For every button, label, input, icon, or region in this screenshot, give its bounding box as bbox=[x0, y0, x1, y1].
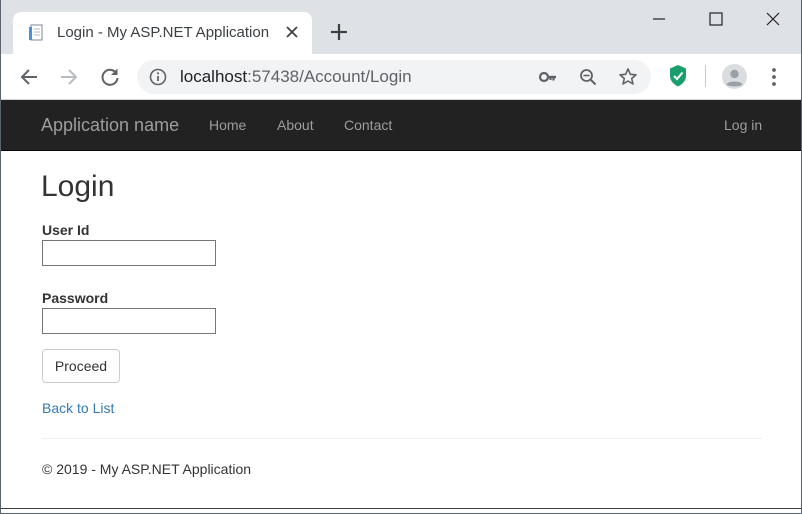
close-icon[interactable] bbox=[758, 8, 788, 32]
avatar-icon[interactable] bbox=[722, 64, 747, 89]
user-id-label: User Id bbox=[42, 222, 90, 238]
footer-copyright: © 2019 - My ASP.NET Application bbox=[42, 461, 252, 477]
maximize-icon[interactable] bbox=[701, 8, 731, 32]
close-icon[interactable] bbox=[283, 23, 301, 41]
password-label: Password bbox=[42, 290, 109, 306]
info-icon[interactable] bbox=[149, 68, 167, 86]
arrow-right-icon[interactable] bbox=[57, 65, 81, 89]
footer-divider bbox=[42, 438, 762, 439]
zoom-out-icon[interactable] bbox=[578, 67, 598, 87]
site-navbar: Application name Home About Contact Log … bbox=[1, 100, 801, 151]
document-icon bbox=[29, 24, 43, 41]
user-id-input[interactable] bbox=[42, 240, 216, 266]
tab-strip: Login - My ASP.NET Application bbox=[1, 0, 801, 54]
key-icon[interactable] bbox=[538, 67, 558, 87]
plus-icon[interactable] bbox=[327, 20, 351, 44]
url-host: localhost bbox=[180, 67, 248, 86]
page-title: Login bbox=[41, 170, 115, 203]
nav-link-contact[interactable]: Contact bbox=[344, 117, 392, 133]
browser-toolbar: localhost:57438/Account/Login bbox=[1, 54, 801, 100]
toolbar-separator bbox=[705, 65, 706, 87]
proceed-button[interactable]: Proceed bbox=[42, 349, 120, 383]
tab-title: Login - My ASP.NET Application bbox=[57, 24, 270, 41]
shield-check-icon[interactable] bbox=[668, 64, 688, 88]
nav-link-about[interactable]: About bbox=[277, 117, 314, 133]
reload-icon[interactable] bbox=[98, 65, 122, 89]
window-bottom-edge bbox=[1, 508, 801, 513]
nav-link-home[interactable]: Home bbox=[209, 117, 246, 133]
kebab-menu-icon[interactable] bbox=[766, 66, 782, 88]
url-text[interactable]: localhost:57438/Account/Login bbox=[180, 68, 412, 86]
address-bar[interactable]: localhost:57438/Account/Login bbox=[137, 60, 651, 94]
nav-link-login[interactable]: Log in bbox=[724, 117, 762, 133]
url-path: :57438/Account/Login bbox=[247, 67, 412, 86]
password-input[interactable] bbox=[42, 308, 216, 334]
minimize-icon[interactable] bbox=[644, 8, 674, 32]
tab-active[interactable]: Login - My ASP.NET Application bbox=[13, 12, 312, 54]
browser-window: Login - My ASP.NET Application localhost… bbox=[0, 0, 802, 514]
star-icon[interactable] bbox=[618, 67, 638, 87]
arrow-left-icon[interactable] bbox=[17, 65, 41, 89]
back-to-list-link[interactable]: Back to List bbox=[42, 400, 114, 416]
navbar-brand[interactable]: Application name bbox=[41, 115, 179, 135]
